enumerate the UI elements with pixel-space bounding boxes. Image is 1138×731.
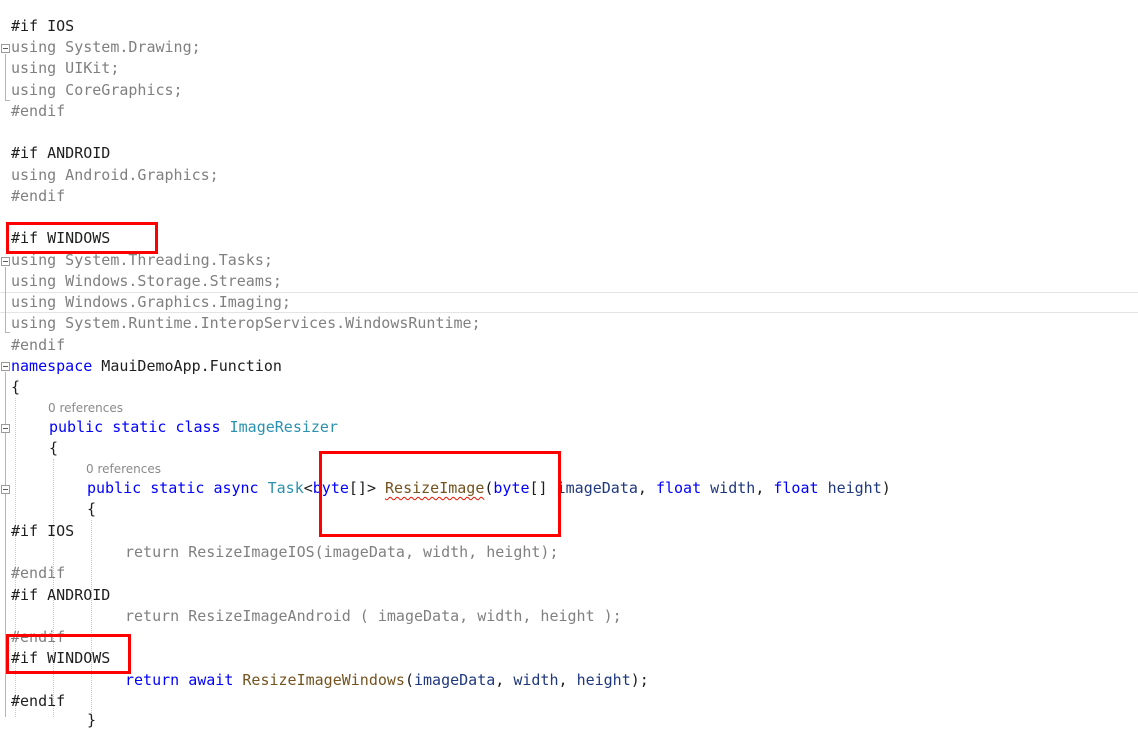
code-line: #if IOS [11, 522, 75, 540]
code-line: #if ANDROID [11, 586, 111, 604]
code-line: using UIKit; [11, 59, 120, 77]
code-line: using Windows.Graphics.Imaging; [11, 293, 291, 311]
fold-toggle-icon[interactable] [1, 44, 10, 53]
fold-region-end [5, 100, 10, 101]
code-line: using Android.Graphics; [11, 166, 219, 184]
references-codelens[interactable]: 0 references [48, 400, 123, 416]
code-line: return ResizeImageAndroid ( imageData, w… [125, 607, 622, 625]
code-line: { [49, 439, 59, 457]
code-line: #endif [11, 187, 66, 205]
annotation-box [6, 222, 158, 254]
code-line: using System.Runtime.InteropServices.Win… [11, 314, 481, 332]
code-line: using CoreGraphics; [11, 81, 183, 99]
code-line: public static class ImageResizer [49, 418, 338, 436]
code-line: using System.Drawing; [11, 38, 201, 56]
code-line: #endif [11, 102, 66, 120]
code-line: #if IOS [11, 17, 75, 35]
code-line: { [87, 500, 97, 518]
fold-region-line [5, 54, 6, 101]
code-line: #endif [11, 336, 66, 354]
code-line: using Windows.Storage.Streams; [11, 272, 282, 290]
code-line: #endif [11, 692, 66, 710]
code-editor[interactable]: #if IOS using System.Drawing; using UIKi… [0, 0, 1138, 729]
fold-toggle-icon[interactable] [1, 485, 10, 494]
code-line: return ResizeImageIOS(imageData, width, … [125, 543, 559, 561]
fold-region-line [5, 267, 6, 333]
code-line: return await ResizeImageWindows(imageDat… [125, 671, 649, 689]
references-codelens[interactable]: 0 references [86, 461, 161, 477]
code-line: } [87, 711, 97, 729]
fold-toggle-icon[interactable] [1, 257, 10, 266]
code-line: { [11, 378, 21, 396]
fold-region-end [5, 332, 10, 333]
code-line: #if ANDROID [11, 144, 111, 162]
annotation-box [319, 451, 561, 537]
fold-toggle-icon[interactable] [1, 424, 10, 433]
code-line: #endif [11, 564, 66, 582]
annotation-box [6, 634, 131, 674]
fold-toggle-icon[interactable] [1, 362, 10, 371]
code-line: namespace MauiDemoApp.Function [11, 357, 282, 375]
indent-guide [91, 520, 92, 717]
